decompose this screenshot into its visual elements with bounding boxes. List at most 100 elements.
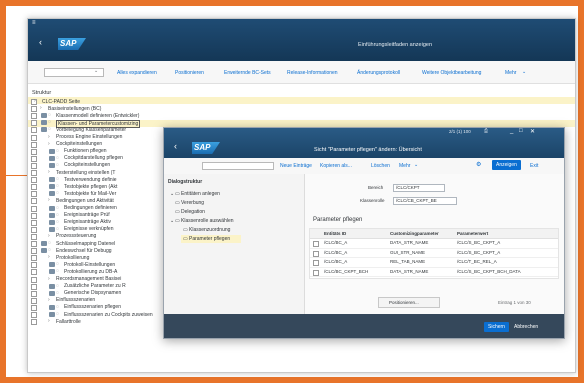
expand-toggle-icon[interactable]: › bbox=[48, 197, 50, 203]
activity-icon[interactable] bbox=[41, 241, 47, 246]
row-checkbox[interactable] bbox=[31, 205, 37, 212]
info-icon[interactable]: ◌ bbox=[56, 283, 59, 289]
delete-button[interactable]: Löschen bbox=[371, 163, 390, 169]
tree-item-label[interactable]: Bedingungen und Aktivität bbox=[56, 198, 114, 204]
activity-icon[interactable] bbox=[49, 283, 55, 289]
tree-item-label[interactable]: Recordsmanagement Basisei bbox=[56, 276, 121, 282]
tree-item-label[interactable]: Process Engine Einstellungen bbox=[56, 134, 122, 140]
activity-icon[interactable] bbox=[49, 155, 55, 161]
tree-item-label[interactable]: Ereignisanträge Prüf bbox=[64, 212, 110, 218]
release-info-button[interactable]: Release-Informationen bbox=[287, 70, 338, 76]
klassenrolle-field[interactable]: /CLC/CB_CKPT_BE bbox=[393, 197, 457, 205]
tree-item-label[interactable]: Generische Dispsynamen bbox=[64, 290, 121, 296]
activity-icon[interactable] bbox=[49, 226, 55, 232]
row-checkbox[interactable] bbox=[31, 304, 37, 311]
tree-item-label[interactable]: Bedingungen definieren bbox=[64, 205, 117, 211]
table-cell[interactable]: /CLC/BC_A bbox=[324, 250, 347, 255]
table-cell[interactable]: /CLC/BC_A bbox=[324, 240, 347, 245]
tree-item-label[interactable]: Schlüsselmapping Datenel bbox=[56, 241, 115, 247]
expand-toggle-icon[interactable]: › bbox=[48, 318, 50, 324]
info-icon[interactable]: ◌ bbox=[56, 205, 59, 211]
back-icon[interactable]: ‹ bbox=[39, 37, 42, 47]
tree-item-label[interactable]: Klassenmodell definieren (Entwickler) bbox=[56, 113, 139, 119]
activity-icon[interactable] bbox=[49, 269, 55, 275]
dialog-toolbar-select[interactable] bbox=[202, 162, 274, 170]
expand-toggle-icon[interactable]: › bbox=[34, 98, 36, 104]
table-cell[interactable]: /CLC/BC_A bbox=[324, 259, 347, 264]
nav-toggle-icon[interactable]: ⌄ bbox=[170, 191, 174, 197]
row-checkbox[interactable] bbox=[31, 113, 37, 120]
row-checkbox[interactable] bbox=[31, 170, 37, 176]
table-cell[interactable]: /CLC/BC_CKPT_BCH bbox=[324, 269, 368, 274]
row-checkbox[interactable] bbox=[31, 276, 37, 283]
row-checkbox[interactable] bbox=[31, 283, 37, 290]
row-checkbox[interactable] bbox=[31, 120, 37, 127]
info-icon[interactable]: ◌ bbox=[48, 112, 51, 118]
activity-icon[interactable] bbox=[41, 113, 47, 119]
row-selector[interactable] bbox=[313, 250, 319, 257]
table-cell[interactable]: REL_TAB_NAME bbox=[390, 259, 425, 264]
tree-item-label[interactable]: Testverwendung definie bbox=[64, 177, 117, 183]
row-checkbox[interactable] bbox=[31, 198, 37, 205]
dialog-more-button[interactable]: Mehr bbox=[399, 163, 410, 169]
expand-toggle-icon[interactable]: › bbox=[48, 254, 50, 260]
dialog-print-icon[interactable]: ⎙ bbox=[484, 128, 488, 134]
row-checkbox[interactable] bbox=[31, 127, 37, 134]
expand-toggle-icon[interactable]: › bbox=[48, 297, 50, 303]
new-entries-button[interactable]: Neue Einträge bbox=[280, 163, 312, 169]
tree-item-label[interactable]: Vorbelegung Klassenparameter bbox=[56, 127, 126, 133]
exit-button[interactable]: Exit bbox=[530, 163, 538, 169]
expand-toggle-icon[interactable]: › bbox=[48, 233, 50, 239]
expand-toggle-icon[interactable]: › bbox=[48, 169, 50, 175]
position-button[interactable]: Positionieren bbox=[175, 70, 204, 76]
dialog-back-icon[interactable]: ‹ bbox=[174, 141, 177, 151]
bereich-field[interactable]: /CLC/CKPT bbox=[393, 184, 445, 192]
row-checkbox[interactable] bbox=[31, 106, 37, 113]
activity-icon[interactable] bbox=[49, 212, 55, 218]
info-icon[interactable]: ◌ bbox=[48, 240, 51, 246]
table-cell[interactable]: /CLC/S_BC_CKPT_BCH_DATA bbox=[457, 269, 521, 274]
tree-item-label[interactable]: CLC-PADD Seite bbox=[42, 99, 80, 105]
copy-as-button[interactable]: Kopieren als... bbox=[320, 163, 352, 169]
info-icon[interactable]: ◌ bbox=[48, 126, 51, 132]
info-icon[interactable]: ◌ bbox=[56, 304, 59, 310]
activity-icon[interactable] bbox=[49, 205, 55, 211]
nav-toggle-icon[interactable]: ⌄ bbox=[170, 218, 174, 224]
info-icon[interactable]: ◌ bbox=[48, 119, 51, 125]
nav-item-class-assignment[interactable]: Klassenzuordnung bbox=[189, 227, 230, 233]
row-checkbox[interactable] bbox=[31, 148, 37, 155]
row-checkbox[interactable] bbox=[31, 241, 37, 247]
info-icon[interactable]: ◌ bbox=[56, 176, 59, 182]
row-checkbox[interactable] bbox=[31, 297, 37, 304]
activity-icon[interactable] bbox=[41, 127, 47, 133]
tree-item-label[interactable]: Basiseinstellungen (BC) bbox=[48, 106, 101, 112]
expand-toggle-icon[interactable]: › bbox=[48, 276, 50, 282]
row-checkbox[interactable] bbox=[31, 134, 37, 141]
nav-item-entities[interactable]: Entitäten anlegen bbox=[181, 191, 220, 197]
nav-item-parameters[interactable]: Parameter pflegen bbox=[189, 236, 230, 242]
expand-all-button[interactable]: Alles expandieren bbox=[117, 70, 157, 76]
expand-toggle-icon[interactable]: › bbox=[48, 134, 50, 140]
table-cell[interactable]: GUI_STR_NAME bbox=[390, 250, 425, 255]
dialog-maximize-icon[interactable]: □ bbox=[519, 128, 523, 134]
tree-item-label[interactable]: Zusätzliche Parameter zu R bbox=[64, 283, 126, 289]
info-icon[interactable]: ◌ bbox=[56, 212, 59, 218]
activity-icon[interactable] bbox=[49, 219, 55, 225]
nav-item-delegation[interactable]: Delegation bbox=[181, 209, 205, 215]
tree-item-label[interactable]: Funktionen pflegen bbox=[64, 148, 107, 154]
row-checkbox[interactable] bbox=[31, 212, 37, 219]
row-checkbox[interactable] bbox=[31, 233, 37, 240]
tree-item-label[interactable]: Testerstellung einstellen (T bbox=[56, 170, 115, 176]
info-icon[interactable]: ◌ bbox=[48, 247, 51, 253]
table-cell[interactable]: DATA_STR_NAME bbox=[390, 269, 428, 274]
row-checkbox[interactable] bbox=[31, 155, 37, 162]
activity-icon[interactable] bbox=[41, 248, 47, 254]
row-checkbox[interactable] bbox=[31, 177, 37, 184]
table-cell[interactable]: DATA_STR_NAME bbox=[390, 240, 428, 245]
dialog-minimize-icon[interactable]: _ bbox=[510, 128, 513, 134]
table-cell[interactable]: /CLC/T_BC_REL_A bbox=[457, 259, 497, 264]
row-selector[interactable] bbox=[313, 269, 319, 276]
cancel-button[interactable]: Abbrechen bbox=[514, 324, 538, 330]
row-checkbox[interactable] bbox=[31, 219, 37, 226]
info-icon[interactable]: ◌ bbox=[56, 290, 59, 296]
